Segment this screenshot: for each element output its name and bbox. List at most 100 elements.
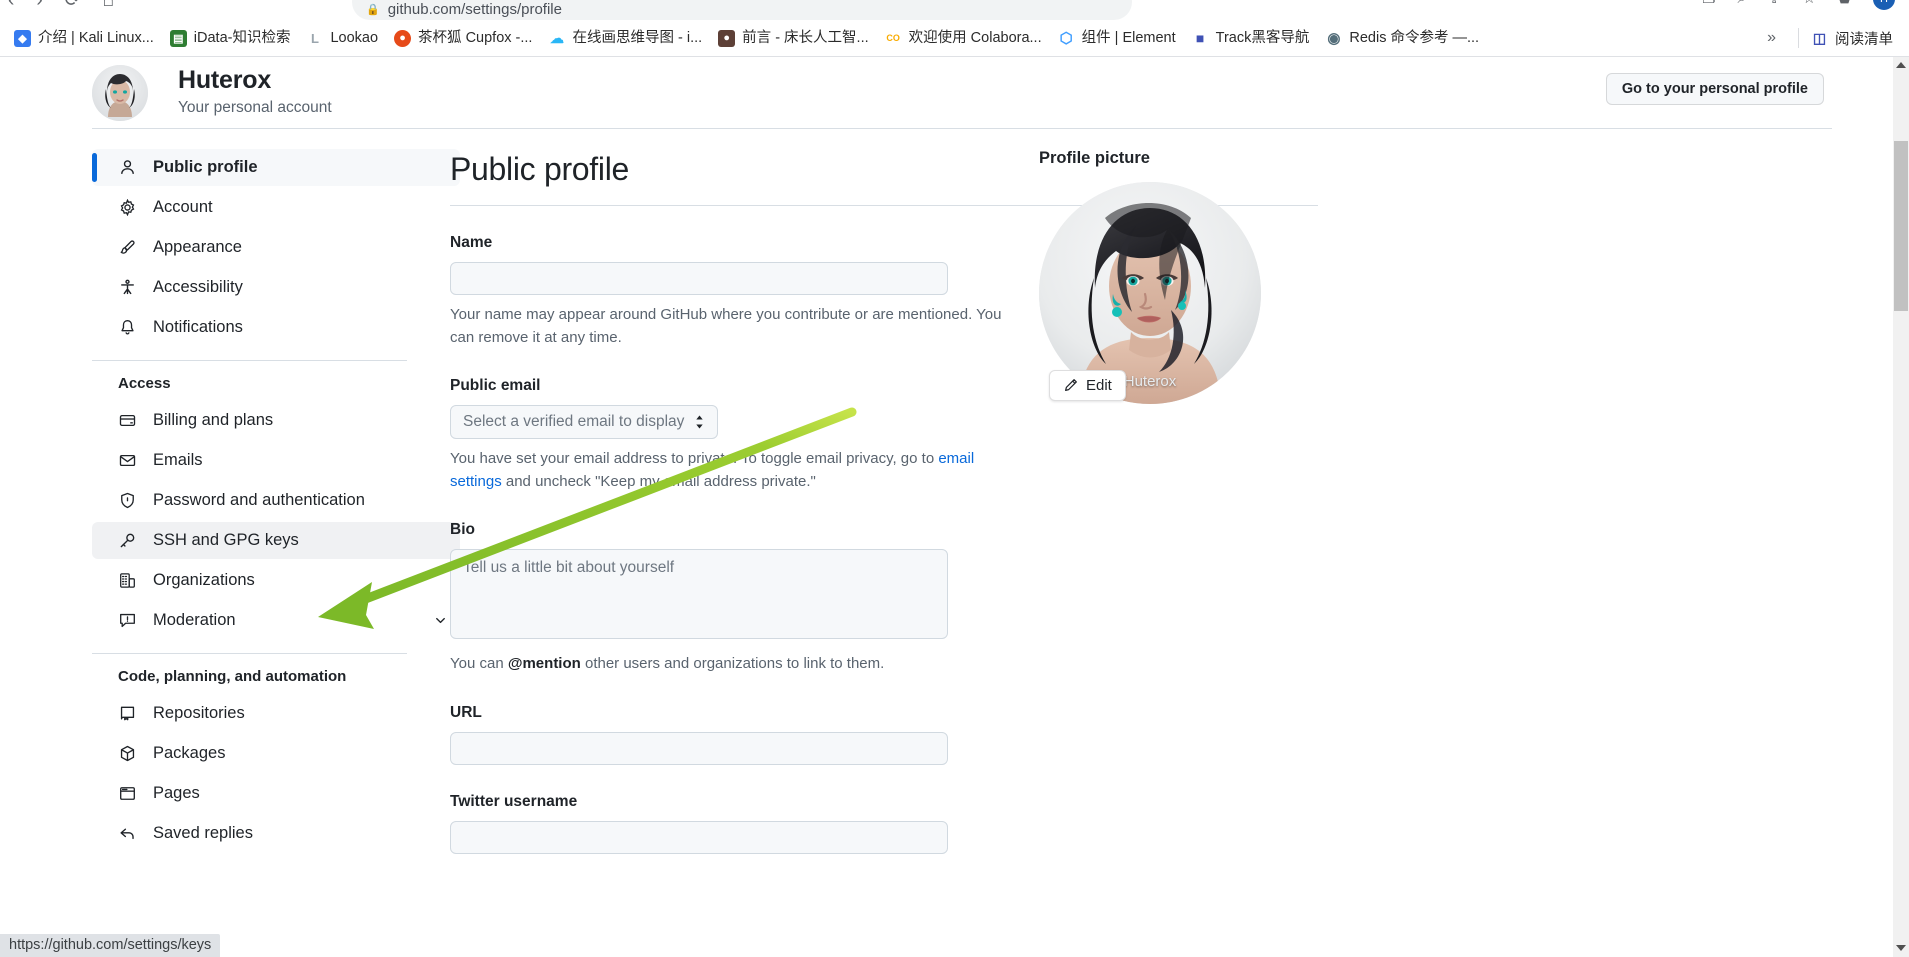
reading-list-label: 阅读清单: [1835, 31, 1893, 48]
bio-hint-mention: @mention: [507, 655, 581, 672]
browser-chrome: ‹ › ⟳ ⌂ 🔒 github.com/settings/profile ❐ …: [0, 0, 1909, 57]
colab-logo-icon: CO: [884, 29, 902, 47]
sidebar-item-accessibility[interactable]: Accessibility: [92, 269, 460, 306]
sidebar-item-label: Moderation: [153, 611, 236, 630]
public-email-select[interactable]: Select a verified email to display: [450, 405, 718, 439]
sidebar-item-label: Repositories: [153, 704, 245, 723]
bookmark-label: Redis 命令参考 —...: [1349, 29, 1480, 46]
bio-label: Bio: [450, 521, 475, 538]
edit-profile-picture-label: Edit: [1086, 377, 1112, 394]
account-meta: Huterox Your personal account: [178, 65, 332, 119]
reading-list-button[interactable]: ◫ 阅读清单: [1807, 24, 1903, 53]
sidebar-item-label: Pages: [153, 784, 200, 803]
bookmark-item[interactable]: ● 茶杯狐 Cupfox -...: [386, 26, 540, 51]
sidebar-item-password-and-authentication[interactable]: Password and authentication: [92, 482, 460, 519]
lock-icon: 🔒: [366, 4, 380, 16]
sidebar-item-moderation[interactable]: Moderation: [92, 602, 460, 639]
browser-profile-avatar[interactable]: H: [1873, 0, 1895, 10]
field-twitter-username: Twitter username: [450, 793, 1330, 854]
track-logo-icon: ■: [1191, 29, 1209, 47]
bookmark-label: Lookao: [330, 29, 379, 46]
sidebar-item-label: SSH and GPG keys: [153, 531, 299, 550]
bookmark-label: 茶杯狐 Cupfox -...: [418, 29, 533, 46]
field-url: URL: [450, 704, 1330, 765]
url-input[interactable]: [450, 731, 948, 765]
sidebar-item-notifications[interactable]: Notifications: [92, 309, 460, 346]
home-icon[interactable]: ⌂: [103, 0, 114, 11]
chevron-updown-icon: [694, 414, 705, 430]
avatar[interactable]: [92, 64, 148, 121]
omnibox-actions: ❐ ⌕ ⇪ ☆ ⬟ H: [1702, 0, 1895, 10]
bookmark-item[interactable]: ⬡ 组件 | Element: [1050, 26, 1184, 51]
bio-hint-after: other users and organizations to link to…: [580, 655, 885, 672]
twitter-username-label: Twitter username: [450, 792, 578, 810]
scroll-down-icon[interactable]: [1896, 945, 1906, 951]
sidebar-item-label: Appearance: [153, 238, 242, 257]
sidebar-item-appearance[interactable]: Appearance: [92, 229, 460, 266]
search-icon[interactable]: ⌕: [1738, 0, 1746, 9]
cast-icon[interactable]: ❐: [1702, 0, 1715, 9]
bell-icon: [118, 318, 137, 337]
bookmark-label: 前言 - 床长人工智...: [742, 29, 869, 46]
sidebar-item-repositories[interactable]: Repositories: [92, 695, 460, 732]
sidebar-item-emails[interactable]: Emails: [92, 442, 460, 479]
bookmark-item[interactable]: ■ Track黑客导航: [1184, 26, 1318, 51]
name-hint: Your name may appear around GitHub where…: [450, 306, 1002, 346]
back-icon[interactable]: ‹: [8, 0, 14, 11]
edit-profile-picture-button[interactable]: Edit: [1049, 370, 1126, 401]
public-email-hint-after: and uncheck "Keep my email address priva…: [501, 472, 816, 490]
bookmarks-bar: ◆ 介绍 | Kali Linux... ▤ iData-知识检索 L Look…: [0, 20, 1909, 57]
bookmark-star-icon[interactable]: ☆: [1803, 0, 1816, 9]
share-icon[interactable]: ⇪: [1768, 0, 1781, 9]
sidebar-item-saved-replies[interactable]: Saved replies: [92, 815, 460, 852]
sidebar-item-ssh-and-gpg-keys[interactable]: SSH and GPG keys: [92, 522, 460, 559]
bookmark-item[interactable]: CO 欢迎使用 Colabora...: [877, 26, 1050, 51]
account-header: Huterox Your personal account Go to your…: [92, 57, 1832, 129]
twitter-username-input[interactable]: [450, 820, 948, 854]
page-scrollbar-thumb[interactable]: [1894, 141, 1908, 311]
name-input[interactable]: [450, 262, 948, 295]
report-icon: [118, 611, 137, 630]
bookmark-label: iData-知识检索: [193, 29, 291, 46]
bookmark-item[interactable]: ● 前言 - 床长人工智...: [710, 26, 876, 51]
accessibility-icon: [118, 278, 137, 297]
sidebar-item-label: Notifications: [153, 318, 243, 337]
chevron-down-icon[interactable]: [433, 613, 448, 628]
sidebar-divider: [92, 653, 407, 654]
organization-icon: [118, 571, 137, 590]
bookmark-item[interactable]: ▤ iData-知识检索: [162, 26, 299, 51]
profile-picture-wrap: Huterox Edit: [1039, 182, 1261, 404]
bookmark-item[interactable]: L Lookao: [298, 26, 386, 51]
forward-icon[interactable]: ›: [36, 0, 42, 11]
sidebar-item-public-profile[interactable]: Public profile: [92, 149, 460, 186]
sidebar-item-billing-and-plans[interactable]: Billing and plans: [92, 402, 460, 439]
public-email-selected-value: Select a verified email to display: [463, 413, 685, 430]
extensions-icon[interactable]: ⬟: [1838, 0, 1851, 9]
sidebar-item-account[interactable]: Account: [92, 189, 460, 226]
bookmark-item[interactable]: ◆ 介绍 | Kali Linux...: [6, 26, 162, 51]
bookmark-label: 欢迎使用 Colabora...: [908, 29, 1042, 46]
status-bar-url: https://github.com/settings/keys: [0, 934, 221, 957]
sidebar-item-organizations[interactable]: Organizations: [92, 562, 460, 599]
lookao-logo-icon: L: [306, 29, 324, 47]
bio-textarea[interactable]: [450, 549, 948, 639]
sidebar-item-label: Billing and plans: [153, 411, 274, 430]
sidebar-divider: [92, 360, 407, 361]
sidebar-item-label: Packages: [153, 744, 226, 763]
reply-icon: [118, 824, 137, 843]
scroll-up-icon[interactable]: [1896, 62, 1906, 68]
bio-hint-before: You can: [450, 655, 508, 672]
bookmark-item[interactable]: ☁ 在线画思维导图 - i...: [540, 26, 710, 51]
public-email-hint-before: You have set your email address to priva…: [450, 450, 939, 467]
credit-card-icon: [118, 411, 137, 430]
sidebar-item-packages[interactable]: Packages: [92, 735, 460, 772]
sidebar-item-pages[interactable]: Pages: [92, 775, 460, 812]
field-bio: Bio You can @mention other users and org…: [450, 521, 1330, 676]
bookmark-item[interactable]: ◉ Redis 命令参考 —...: [1317, 26, 1487, 51]
page-scrollbar-track[interactable]: [1893, 57, 1909, 957]
go-to-personal-profile-button[interactable]: Go to your personal profile: [1605, 73, 1824, 105]
reload-icon[interactable]: ⟳: [65, 0, 81, 11]
address-bar[interactable]: 🔒 github.com/settings/profile: [352, 0, 1132, 20]
bookmarks-overflow-icon[interactable]: »: [1753, 29, 1790, 47]
bio-hint: You can @mention other users and organiz…: [450, 653, 1010, 676]
